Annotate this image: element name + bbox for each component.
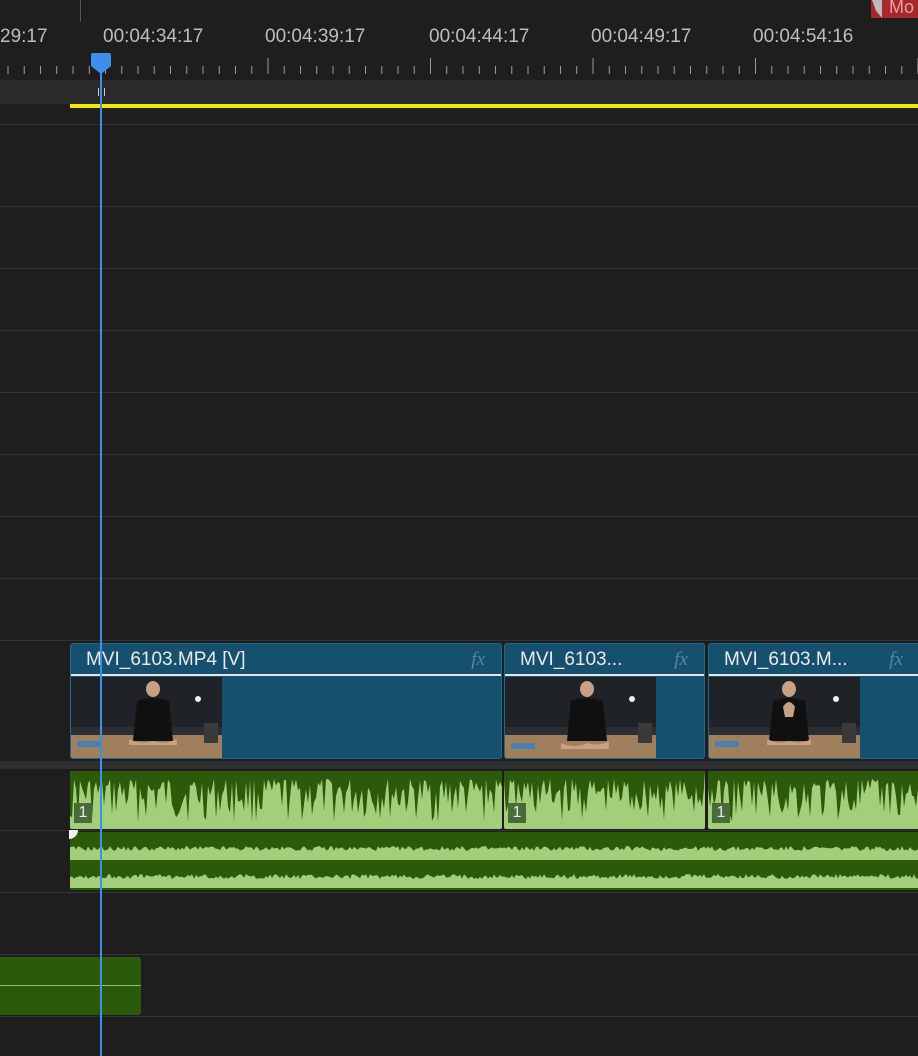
marker-label: Mo [889, 0, 915, 17]
fx-badge-icon: fx [889, 649, 903, 670]
track-divider [0, 206, 918, 207]
video-clip[interactable]: MVI_6103... fx [504, 643, 705, 759]
work-area-bar[interactable] [0, 80, 918, 104]
timecode-label: 00:04:44:17 [429, 26, 530, 47]
work-area-range[interactable] [70, 104, 918, 108]
audio-waveform [708, 771, 918, 822]
clip-name: MVI_6103... [520, 649, 623, 670]
audio-clip[interactable] [0, 957, 141, 1015]
track-divider [0, 954, 918, 955]
track-divider [0, 640, 918, 641]
track-divider [0, 578, 918, 579]
clip-header: MVI_6103... fx [505, 644, 704, 676]
track-divider [0, 1016, 918, 1017]
timecode-label: 00:04:34:17 [103, 26, 204, 47]
channel-badge: 1 [74, 803, 92, 823]
timecode-label: 00:04:54:16 [753, 26, 854, 47]
clip-header: MVI_6103.MP4 [V] fx [71, 644, 501, 676]
track-divider [0, 268, 918, 269]
audio-clip[interactable]: 1 [70, 771, 502, 829]
clip-thumbnail [709, 677, 860, 758]
track-divider [0, 892, 918, 893]
channel-badge: 1 [712, 803, 730, 823]
audio-waveform [70, 771, 502, 823]
track-divider [0, 330, 918, 331]
clip-thumbnail [505, 677, 656, 758]
video-audio-divider[interactable] [0, 761, 918, 769]
clip-name: MVI_6103.M... [724, 649, 848, 670]
audio-clip[interactable]: 1 [504, 771, 705, 829]
channel-badge: 1 [508, 803, 526, 823]
ruler-ticks [7, 58, 918, 74]
video-clip[interactable]: MVI_6103.M... fx [708, 643, 918, 759]
track-divider [0, 392, 918, 393]
clip-header: MVI_6103.M... fx [709, 644, 918, 676]
time-ruler[interactable]: 29:17 00:04:34:17 00:04:39:17 00:04:44:1… [0, 0, 918, 78]
track-divider [0, 454, 918, 455]
ruler-divider [80, 0, 81, 22]
audio-waveform [504, 771, 705, 821]
fx-badge-icon: fx [471, 649, 485, 670]
timecode-label: 00:04:39:17 [265, 26, 366, 47]
playhead-line[interactable] [100, 70, 102, 1056]
playhead-handle-icon[interactable] [90, 53, 112, 75]
audio-channel-line [0, 985, 141, 986]
clip-thumbnail [71, 677, 222, 758]
track-divider [0, 516, 918, 517]
audio-clip[interactable]: 1 [708, 771, 918, 829]
fx-badge-icon: fx [674, 649, 688, 670]
track-divider [0, 830, 918, 831]
playhead-grip-icon [98, 88, 105, 96]
track-divider [0, 124, 918, 125]
video-clip[interactable]: MVI_6103.MP4 [V] fx [70, 643, 502, 759]
timecode-label: 00:04:49:17 [591, 26, 692, 47]
audio-waveform [70, 846, 918, 888]
audio-clip-music[interactable] [70, 832, 918, 890]
clip-name: MVI_6103.MP4 [V] [86, 649, 246, 670]
timecode-label: 29:17 [0, 26, 48, 47]
